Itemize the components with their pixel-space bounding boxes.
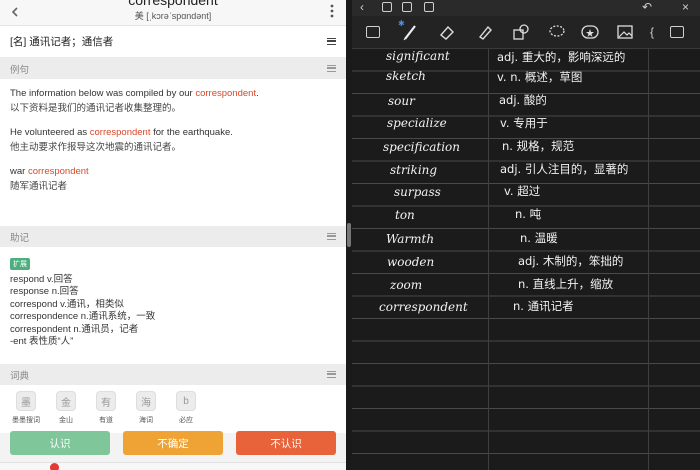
note-meaning: n. 规格，规范 bbox=[502, 139, 575, 153]
menu-icon[interactable] bbox=[327, 65, 336, 72]
menu-icon[interactable] bbox=[327, 371, 336, 378]
example-english: The information below was compiled by ou… bbox=[10, 88, 259, 99]
dictionaries-header: 词典 bbox=[0, 364, 346, 385]
note-meaning: n. 吨 bbox=[515, 207, 542, 221]
mnemonic-header: 助记 bbox=[0, 226, 346, 247]
example-english: war correspondent bbox=[10, 166, 89, 177]
export-icon[interactable] bbox=[424, 2, 434, 12]
dictionary-momo[interactable]: 墨 墨墨搜词 bbox=[6, 391, 46, 433]
youdao-dictionary-icon: 有 bbox=[96, 391, 116, 411]
undo-icon[interactable]: ↶ bbox=[642, 1, 652, 13]
sticker-icon[interactable] bbox=[580, 23, 600, 41]
momo-dictionary-icon: 墨 bbox=[16, 391, 36, 411]
more-icon[interactable] bbox=[330, 4, 334, 20]
note-word: zoom bbox=[390, 278, 423, 292]
notes-top-bar: ‹ ↶ × bbox=[352, 0, 700, 16]
margin-line bbox=[488, 49, 489, 470]
note-meaning: n. 通讯记者 bbox=[513, 299, 574, 313]
definition-text: [名] 通讯记者；通信者 bbox=[10, 36, 114, 48]
note-meaning: v. 专用于 bbox=[500, 116, 548, 130]
note-word: striking bbox=[390, 163, 438, 177]
examples-section: The information below was compiled by ou… bbox=[0, 79, 346, 226]
note-page[interactable]: significant adj. 重大的，影响深远的 sketch v. n. … bbox=[352, 49, 700, 470]
note-meaning: n. 温暖 bbox=[520, 231, 558, 245]
grid-view-icon[interactable] bbox=[382, 2, 392, 12]
margin-line bbox=[648, 49, 649, 470]
dictionary-bing[interactable]: b 必应 bbox=[166, 391, 206, 433]
close-icon[interactable]: × bbox=[682, 1, 689, 13]
bing-dictionary-icon: b bbox=[176, 391, 196, 411]
note-word: significant bbox=[386, 49, 450, 63]
mnemonic-line: correspond v.通讯，相类似 bbox=[10, 298, 124, 310]
example-item: He volunteered as correspondent for the … bbox=[10, 126, 336, 154]
dictionary-pane: correspondent 美 [ˌkɔrəˈspɑndənt] [名] 通讯记… bbox=[0, 0, 346, 470]
example-item: The information below was compiled by ou… bbox=[10, 87, 336, 115]
mnemonic-line: response n.回答 bbox=[10, 286, 79, 298]
example-chinese: 随军通讯记者 bbox=[10, 181, 68, 192]
menu-icon[interactable] bbox=[327, 38, 336, 45]
shapes-icon[interactable] bbox=[512, 23, 530, 41]
menu-icon[interactable] bbox=[670, 26, 684, 38]
mnemonic-section: 扩展 respond v.回答 response n.回答 correspond… bbox=[0, 247, 346, 364]
example-chinese: 以下资料是我们的通讯记者收集整理的。 bbox=[10, 103, 182, 114]
back-icon[interactable]: ‹ bbox=[360, 1, 364, 13]
split-screen: correspondent 美 [ˌkɔrəˈspɑndənt] [名] 通讯记… bbox=[0, 0, 700, 470]
dictionary-dict-cn[interactable]: 海 海词 bbox=[126, 391, 166, 433]
lasso-icon[interactable] bbox=[548, 23, 566, 41]
note-meaning: adj. 酸的 bbox=[499, 93, 547, 107]
note-word: surpass bbox=[394, 185, 441, 199]
dictionary-list: 墨 墨墨搜词 金 金山 有 有道 海 海词 b 必应 bbox=[0, 385, 346, 433]
mnemonic-line: correspondence n.通讯系统，一致 bbox=[10, 311, 156, 323]
highlighter-icon[interactable] bbox=[476, 23, 494, 41]
dictionary-kingsoft[interactable]: 金 金山 bbox=[46, 391, 86, 433]
note-meaning: adj. 重大的，影响深远的 bbox=[497, 50, 626, 64]
note-word: specification bbox=[383, 140, 460, 154]
note-word: specialize bbox=[387, 116, 447, 130]
definition-row: [名] 通讯记者；通信者 bbox=[0, 26, 346, 58]
note-meaning: v. 超过 bbox=[504, 184, 541, 198]
example-item: war correspondent 随军通讯记者 bbox=[10, 165, 336, 193]
notes-pane: ‹ ↶ × ✱ { significant adj. 重大的，影响深远的 ske… bbox=[352, 0, 700, 470]
mnemonic-line: -ent 表性质“人” bbox=[10, 336, 74, 348]
extension-badge: 扩展 bbox=[10, 258, 30, 270]
note-word: wooden bbox=[387, 255, 435, 269]
mnemonic-line: respond v.回答 bbox=[10, 274, 73, 285]
unknown-button[interactable]: 不认识 bbox=[236, 431, 336, 455]
kingsoft-dictionary-icon: 金 bbox=[56, 391, 76, 411]
note-word: sour bbox=[388, 94, 415, 108]
note-meaning: n. 直线上升，缩放 bbox=[518, 277, 614, 291]
eraser-icon[interactable] bbox=[438, 23, 456, 41]
note-word: sketch bbox=[386, 69, 426, 83]
text-tool-icon[interactable]: { bbox=[650, 26, 654, 38]
dictionary-youdao[interactable]: 有 有道 bbox=[86, 391, 126, 433]
know-button[interactable]: 认识 bbox=[10, 431, 110, 455]
note-meaning: adj. 引人注目的，显著的 bbox=[500, 162, 629, 176]
word-title: correspondent bbox=[128, 0, 218, 8]
note-meaning: adj. 木制的，笨拙的 bbox=[518, 254, 624, 268]
word-header: correspondent 美 [ˌkɔrəˈspɑndənt] bbox=[0, 0, 346, 26]
add-page-icon[interactable] bbox=[402, 2, 412, 12]
drawing-toolbar: ✱ { bbox=[352, 16, 700, 49]
phonetic-label[interactable]: 美 [ˌkɔrəˈspɑndənt] bbox=[0, 9, 346, 22]
example-english: He volunteered as correspondent for the … bbox=[10, 127, 233, 138]
pen-icon[interactable] bbox=[402, 23, 418, 41]
note-word: correspondent bbox=[379, 300, 468, 314]
answer-buttons: 认识 不确定 不认识 bbox=[0, 431, 346, 459]
dict-cn-dictionary-icon: 海 bbox=[136, 391, 156, 411]
split-drag-handle[interactable] bbox=[347, 223, 351, 247]
examples-header: 例句 bbox=[0, 58, 346, 79]
menu-icon[interactable] bbox=[327, 233, 336, 240]
notification-dot bbox=[50, 463, 59, 470]
image-icon[interactable] bbox=[616, 23, 634, 41]
note-word: Warmth bbox=[386, 232, 435, 246]
unsure-button[interactable]: 不确定 bbox=[123, 431, 223, 455]
note-word: ton bbox=[395, 208, 415, 222]
note-meaning: v. n. 概述，草图 bbox=[497, 70, 583, 84]
mnemonic-line: correspondent n.通讯员，记者 bbox=[10, 323, 139, 335]
reader-icon[interactable] bbox=[366, 26, 380, 38]
example-chinese: 他主动要求作报导这次地震的通讯记者。 bbox=[10, 142, 182, 153]
